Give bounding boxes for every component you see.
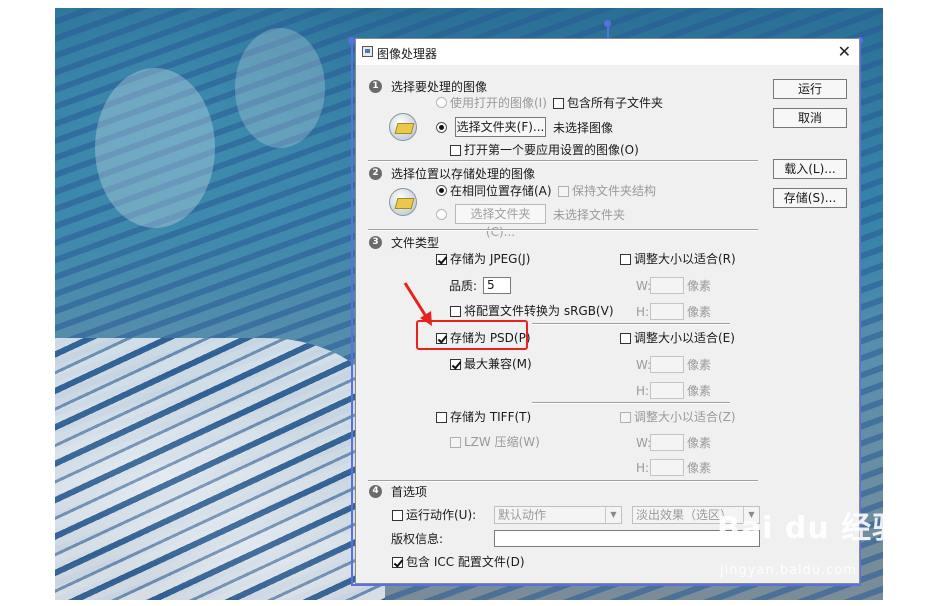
open-first-image-label: 打开第一个要应用设置的图像(O) [464,143,639,157]
filetype-divider [532,402,730,404]
title-bar: 图像处理器 ✕ [356,39,859,65]
include-icc-checkbox[interactable] [392,557,403,568]
tiff-h-unit: 像素 [687,461,712,475]
photo-highlight [235,28,325,148]
open-first-image-checkbox[interactable] [450,145,461,156]
red-highlight-box [416,320,528,350]
jpeg-h-unit: 像素 [687,305,712,319]
jpeg-height-input[interactable] [650,303,684,320]
no-folder-selected-text: 未选择文件夹 [553,208,626,222]
section3-heading: 文件类型 [391,236,440,250]
psd-resize-checkbox[interactable] [620,333,631,344]
folder-images-icon [389,113,417,141]
tiff-w-unit: 像素 [687,436,712,450]
quality-input[interactable]: 5 [483,277,511,294]
tiff-w-label: W: [636,436,652,450]
save-jpeg-checkbox[interactable] [436,254,447,265]
jpeg-h-label: H: [636,305,650,319]
run-action-checkbox[interactable] [392,510,403,521]
section-divider [368,480,758,482]
save-tiff-checkbox[interactable] [436,412,447,423]
keep-folder-structure-label: 保持文件夹结构 [572,184,657,198]
psd-width-input[interactable] [650,356,684,373]
keep-folder-structure-checkbox[interactable] [558,186,569,197]
photo-highlight [95,68,215,228]
resize-handle[interactable] [348,37,355,44]
tiff-height-input[interactable] [650,459,684,476]
load-button[interactable]: 载入(L)... [773,159,847,179]
max-compat-label: 最大兼容(M) [464,357,532,371]
save-tiff-label: 存储为 TIFF(T) [450,410,532,424]
convert-srgb-label: 将配置文件转换为 sRGB(V) [464,304,614,318]
lzw-checkbox[interactable] [450,437,461,448]
section-number-4: 4 [369,485,382,498]
save-jpeg-label: 存储为 JPEG(J) [450,252,531,266]
jpeg-width-input[interactable] [650,277,684,294]
jpeg-w-unit: 像素 [687,279,712,293]
dropdown-arrow-icon: ▼ [605,507,621,523]
psd-h-unit: 像素 [687,384,712,398]
section-number-3: 3 [369,236,382,249]
use-open-images-radio[interactable] [436,97,447,108]
select-source-folder-button[interactable]: 选择文件夹(F)... [455,117,546,137]
app-icon [362,46,373,57]
tiff-resize-checkbox[interactable] [620,412,631,423]
psd-resize-label: 调整大小以适合(E) [634,331,735,345]
save-folder-icon [389,188,417,216]
section2-heading: 选择位置以存储处理的图像 [391,167,536,181]
copyright-label: 版权信息: [391,532,444,546]
section-number-2: 2 [369,167,382,180]
blanket-stripes [55,338,385,600]
close-icon[interactable]: ✕ [838,42,851,61]
select-folder-radio[interactable] [436,122,447,133]
include-subfolders-checkbox[interactable] [553,98,564,109]
run-action-label: 运行动作(U): [406,508,477,522]
section-number-1: 1 [369,80,382,93]
convert-srgb-checkbox[interactable] [450,306,461,317]
action-set-value: 默认动作 [498,508,547,522]
dialog-title: 图像处理器 [377,47,438,61]
select-dest-folder-radio[interactable] [436,209,447,220]
filetype-divider [532,323,730,325]
save-settings-button[interactable]: 存储(S)... [773,188,847,208]
jpeg-resize-label: 调整大小以适合(R) [634,252,736,266]
include-subfolders-label: 包含所有子文件夹 [567,96,664,110]
psd-h-label: H: [636,384,650,398]
section-divider [368,160,758,162]
save-same-location-radio[interactable] [436,185,447,196]
run-button[interactable]: 运行 [773,79,847,99]
tiff-width-input[interactable] [650,434,684,451]
quality-label: 品质: [449,279,478,293]
baidu-watermark: Bai du 经验 [717,511,904,546]
psd-w-label: W: [636,358,652,372]
selection-outline-bottom [351,584,861,586]
cancel-button[interactable]: 取消 [773,108,847,128]
use-open-images-label: 使用打开的图像(I) [450,96,547,110]
tiff-h-label: H: [636,461,650,475]
rotate-handle[interactable] [604,20,611,27]
include-icc-label: 包含 ICC 配置文件(D) [406,555,525,569]
max-compat-checkbox[interactable] [450,359,461,370]
action-set-select[interactable]: 默认动作 ▼ [494,506,622,524]
jpeg-w-label: W: [636,279,652,293]
selection-outline-left [351,40,353,586]
jpeg-resize-checkbox[interactable] [620,254,631,265]
section4-heading: 首选项 [391,485,428,499]
section1-heading: 选择要处理的图像 [391,80,488,94]
psd-w-unit: 像素 [687,358,712,372]
watermark-url: jingyan.baidu.com [720,563,857,578]
psd-height-input[interactable] [650,382,684,399]
tiff-resize-label: 调整大小以适合(Z) [634,410,736,424]
no-images-selected-text: 未选择图像 [553,121,614,135]
lzw-label: LZW 压缩(W) [464,435,540,449]
save-same-location-label: 在相同位置存储(A) [450,184,552,198]
section-divider [368,229,758,231]
select-dest-folder-button[interactable]: 选择文件夹(C)... [455,204,546,239]
